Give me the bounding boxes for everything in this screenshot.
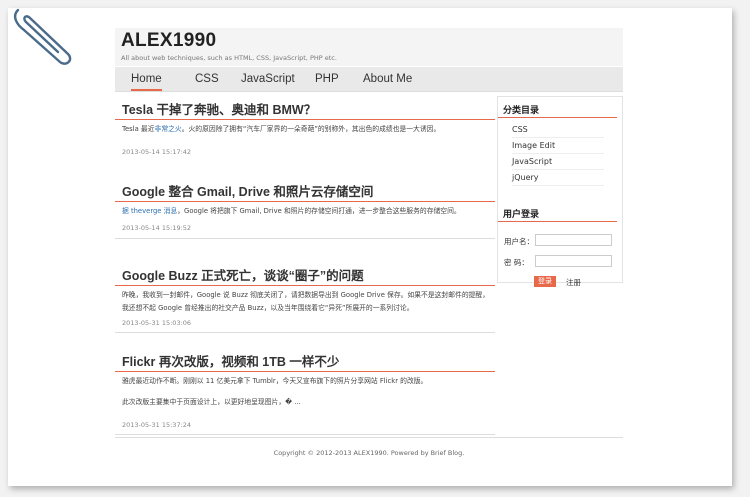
post-date: 2013-05-14 15:19:52 xyxy=(122,224,192,232)
site-title[interactable]: ALEX1990 xyxy=(121,30,216,52)
username-field[interactable] xyxy=(535,234,612,246)
post-excerpt: 昨晚，我收到一封邮件，Google 说 Buzz 彻底关闭了，请把数据导出到 G… xyxy=(122,291,490,312)
post-excerpt: 此次改版主要集中于页面设计上，以更好地呈现图片，� ... xyxy=(122,398,301,406)
excerpt-link[interactable]: 非常之火 xyxy=(155,125,182,133)
register-link[interactable]: 注册 xyxy=(566,277,581,288)
login-button[interactable]: 登录 xyxy=(534,276,556,287)
post-divider xyxy=(115,332,495,333)
post-divider xyxy=(115,238,495,239)
post-item: Google Buzz 正式死亡，谈谈“圈子”的问题 昨晚，我收到一封邮件，Go… xyxy=(115,268,495,354)
category-javascript[interactable]: JavaScript xyxy=(512,154,604,170)
excerpt-text: ，Google 将把旗下 Gmail, Drive 和照片的存储空间打通，进一步… xyxy=(177,207,461,215)
login-heading: 用户登录 xyxy=(498,207,617,222)
nav-about-me[interactable]: About Me xyxy=(363,73,412,85)
username-label: 用户名： xyxy=(504,237,534,246)
site-header: ALEX1990 All about web techniques, such … xyxy=(115,28,623,66)
post-item: Tesla 干掉了奔驰、奥迪和 BMW？ Tesla 最近非常之火。火的原因除了… xyxy=(115,102,495,184)
nav-php[interactable]: PHP xyxy=(315,73,339,85)
post-title[interactable]: Google Buzz 正式死亡，谈谈“圈子”的问题 xyxy=(115,268,495,286)
excerpt-text: Tesla 最近 xyxy=(122,125,155,133)
post-date: 2013-05-14 15:17:42 xyxy=(122,148,192,156)
post-date: 2013-05-31 15:37:24 xyxy=(122,421,192,429)
post-excerpt: 据 theverge 消息，Google 将把旗下 Gmail, Drive 和… xyxy=(115,205,495,218)
page-container: ALEX1990 All about web techniques, such … xyxy=(115,28,623,457)
excerpt-link[interactable]: 据 theverge 消息 xyxy=(122,207,177,215)
footer-divider xyxy=(115,437,623,438)
nav-home[interactable]: Home xyxy=(131,73,162,91)
nav-javascript[interactable]: JavaScript xyxy=(241,73,295,85)
post-excerpt: Tesla 最近非常之火。火的原因除了拥有“汽车厂家界的一朵奇葩”的别称外，其出… xyxy=(115,123,495,136)
main-nav: Home CSS JavaScript PHP About Me xyxy=(115,67,623,92)
password-label: 密 码： xyxy=(504,258,529,267)
post-list: Tesla 干掉了奔驰、奥迪和 BMW？ Tesla 最近非常之火。火的原因除了… xyxy=(115,102,495,450)
category-jquery[interactable]: jQuery xyxy=(512,170,604,186)
category-image-edit[interactable]: Image Edit xyxy=(512,138,604,154)
post-divider xyxy=(115,434,495,435)
post-title[interactable]: Google 整合 Gmail, Drive 和照片云存储空间 xyxy=(115,184,495,202)
footer-copyright: Copyright © 2012-2013 ALEX1990. Powered … xyxy=(273,449,465,457)
sidebar: 分类目录 CSS Image Edit JavaScript jQuery 用户… xyxy=(497,96,623,287)
category-css[interactable]: CSS xyxy=(512,122,604,138)
paperclip-icon xyxy=(13,8,72,65)
post-item: Google 整合 Gmail, Drive 和照片云存储空间 据 thever… xyxy=(115,184,495,268)
password-field[interactable] xyxy=(535,255,612,267)
excerpt-text: 。火的原因除了拥有“汽车厂家界的一朵奇葩”的别称外，其出色的成绩也是一大诱因。 xyxy=(181,125,441,133)
post-item: Flickr 再次改版，视频和 1TB 一样不少 雅虎最近动作不断。刚刚以 11… xyxy=(115,354,495,450)
category-list: CSS Image Edit JavaScript jQuery xyxy=(512,122,604,186)
nav-css[interactable]: CSS xyxy=(195,73,219,85)
post-date: 2013-05-31 15:03:06 xyxy=(122,319,192,327)
post-excerpt: 雅虎最近动作不断。刚刚以 11 亿美元拿下 Tumblr，今天又宣布旗下的照片分… xyxy=(122,377,428,385)
post-title[interactable]: Flickr 再次改版，视频和 1TB 一样不少 xyxy=(115,354,495,372)
site-tagline: All about web techniques, such as HTML, … xyxy=(121,54,337,62)
categories-heading: 分类目录 xyxy=(498,103,617,118)
post-title[interactable]: Tesla 干掉了奔驰、奥迪和 BMW？ xyxy=(115,102,495,120)
